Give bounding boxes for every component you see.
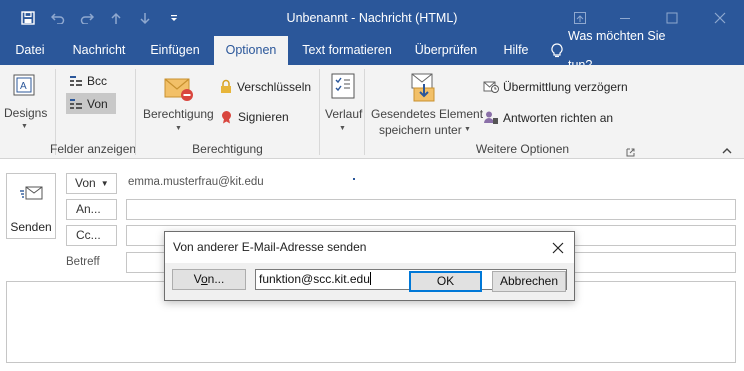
from-address: emma.musterfrau@kit.edu (128, 176, 264, 188)
dialog-address-value: funktion@scc.kit.edu (259, 272, 370, 286)
redo-icon[interactable] (73, 0, 101, 36)
undo-icon[interactable] (44, 0, 72, 36)
direct-replies-icon (483, 110, 499, 125)
dot-mark (353, 178, 355, 180)
designs-icon[interactable]: A (12, 73, 36, 97)
collapse-ribbon-icon[interactable] (721, 145, 733, 155)
text-cursor (369, 272, 371, 285)
from-button[interactable]: Von ▼ (66, 173, 117, 194)
von-button-prefix: V (193, 272, 201, 286)
save-icon[interactable] (14, 0, 42, 36)
ribbon-separator (319, 69, 320, 155)
send-button[interactable]: Senden (6, 173, 56, 239)
antworten-richten-an-label: Antworten richten an (503, 110, 614, 125)
tab-text-formatieren[interactable]: Text formatieren (295, 36, 399, 65)
designs-dropdown-icon[interactable]: ▼ (21, 123, 28, 130)
tab-ueberpruefen[interactable]: Überprüfen (407, 36, 485, 65)
tab-nachricht[interactable]: Nachricht (62, 36, 136, 65)
tab-optionen[interactable]: Optionen (214, 36, 288, 65)
verschluesseln-label: Verschlüsseln (237, 79, 312, 94)
cancel-button[interactable]: Abbrechen (492, 271, 566, 292)
von-button-accesskey: o (200, 272, 208, 286)
verlauf-dropdown-icon[interactable]: ▼ (339, 125, 346, 132)
antworten-richten-an-button[interactable]: Antworten richten an (483, 110, 613, 125)
uebermittlung-verzoegern-button[interactable]: Übermittlung verzögern (483, 79, 628, 94)
tab-einfuegen[interactable]: Einfügen (143, 36, 207, 65)
lock-icon (220, 79, 232, 94)
send-label: Senden (10, 220, 52, 234)
ribbon-tabs: Datei Nachricht Einfügen Optionen Text f… (0, 29, 744, 72)
von-toggle-button[interactable]: Von (66, 93, 116, 114)
up-arrow-icon[interactable] (102, 0, 130, 36)
svg-text:A: A (20, 81, 27, 92)
to-field[interactable] (126, 199, 736, 220)
close-icon[interactable] (698, 0, 742, 36)
uebermittlung-verzoegern-label: Übermittlung verzögern (503, 79, 628, 94)
send-icon (20, 184, 44, 205)
bcc-button[interactable]: Bcc (66, 72, 116, 90)
von-button-suffix: n... (207, 272, 225, 286)
bcc-label: Bcc (87, 74, 108, 88)
cc-button[interactable]: Cc... (66, 225, 117, 246)
dialog-title: Von anderer E-Mail-Adresse senden (165, 232, 574, 263)
berechtigung-label[interactable]: Berechtigung (143, 107, 214, 121)
to-button[interactable]: An... (66, 199, 117, 220)
from-button-label: Von (75, 176, 96, 190)
from-icon (69, 98, 83, 110)
chevron-down-icon: ▼ (100, 179, 109, 188)
group-label-felder-anzeigen: Felder anzeigen (50, 142, 137, 156)
gesendetes-label-line2[interactable]: speichern unter (379, 123, 462, 137)
signature-icon (220, 110, 233, 124)
dialog-von-button[interactable]: Von... (172, 269, 246, 290)
lightbulb-icon (551, 43, 563, 58)
dialog-launcher-icon[interactable] (626, 146, 635, 157)
tracking-icon[interactable] (330, 72, 356, 100)
verlauf-label[interactable]: Verlauf (325, 107, 362, 121)
tab-datei[interactable]: Datei (8, 36, 52, 65)
delay-delivery-icon (483, 79, 499, 94)
signieren-button[interactable]: Signieren (220, 110, 289, 124)
gesendetes-dropdown-icon[interactable]: ▼ (464, 126, 471, 133)
subject-label: Betreff (66, 256, 100, 268)
dialog-close-icon[interactable] (548, 238, 568, 258)
von-label: Von (87, 96, 108, 111)
save-sent-item-icon[interactable] (407, 71, 441, 105)
down-arrow-icon[interactable] (131, 0, 159, 36)
tell-me-box[interactable]: Was möchten Sie tun? (551, 29, 693, 72)
bcc-icon (69, 75, 83, 87)
ribbon: A Designs ▼ Bcc Von Felder anzeigen Bere… (0, 65, 744, 159)
gesendetes-label-line1[interactable]: Gesendetes Element (371, 107, 483, 121)
tab-hilfe[interactable]: Hilfe (493, 36, 539, 65)
signieren-label: Signieren (238, 110, 289, 124)
berechtigung-dropdown-icon[interactable]: ▼ (175, 125, 182, 132)
designs-label[interactable]: Designs (4, 106, 47, 120)
customize-qat-icon[interactable] (160, 0, 188, 36)
permission-icon[interactable] (162, 71, 196, 105)
ok-button[interactable]: OK (409, 271, 482, 292)
verschluesseln-button[interactable]: Verschlüsseln (220, 79, 311, 94)
group-label-berechtigung: Berechtigung (192, 142, 263, 156)
